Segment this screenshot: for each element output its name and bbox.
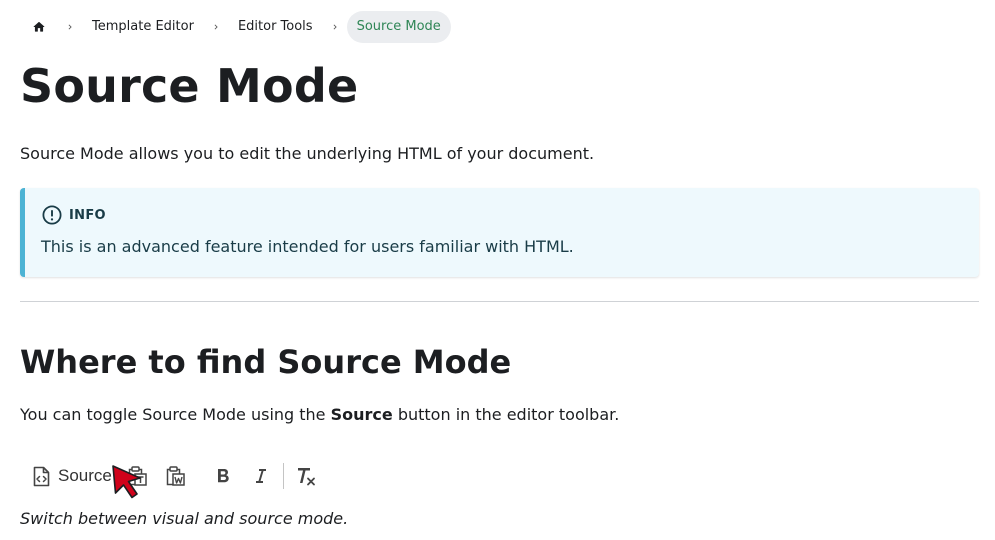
chevron-right-icon <box>323 22 347 32</box>
breadcrumb-template-editor[interactable]: Template Editor <box>82 11 204 43</box>
section-divider <box>20 301 979 302</box>
source-button[interactable]: Source <box>26 458 118 494</box>
info-text: This is an advanced feature intended for… <box>41 237 574 256</box>
info-label: INFO <box>69 207 106 223</box>
mouse-pointer-icon <box>112 465 141 499</box>
intro-paragraph: Source Mode allows you to edit the under… <box>20 144 595 163</box>
breadcrumb-current: Source Mode <box>346 11 451 43</box>
italic-button[interactable] <box>242 458 280 494</box>
remove-format-button[interactable] <box>287 458 325 494</box>
toggle-text-before: You can toggle Source Mode using the <box>20 405 331 424</box>
toggle-text-bold: Source <box>330 405 393 424</box>
breadcrumb-home[interactable] <box>20 11 58 43</box>
source-button-label: Source <box>58 466 112 485</box>
toggle-text-after: button in the editor toolbar. <box>392 405 620 424</box>
section-heading: Where to find Source Mode <box>20 343 512 381</box>
info-heading: INFO <box>42 205 106 225</box>
home-icon <box>33 21 45 32</box>
source-icon <box>33 466 50 486</box>
editor-toolbar: Source <box>26 458 325 494</box>
toolbar-separator <box>282 463 284 489</box>
breadcrumb-editor-tools[interactable]: Editor Tools <box>228 11 323 43</box>
chevron-right-icon <box>58 22 82 32</box>
bold-button[interactable] <box>204 458 242 494</box>
bold-icon <box>217 469 229 483</box>
remove-format-icon <box>297 468 315 486</box>
paste-word-button[interactable] <box>156 458 194 494</box>
italic-icon <box>255 469 266 483</box>
breadcrumb: Template Editor Editor Tools Source Mode <box>20 11 451 43</box>
chevron-right-icon <box>204 22 228 32</box>
paste-word-icon <box>166 466 185 486</box>
toolbar-caption: Switch between visual and source mode. <box>20 509 349 528</box>
info-icon <box>42 205 62 225</box>
toggle-paragraph: You can toggle Source Mode using the Sou… <box>20 404 619 426</box>
info-admonition: INFO This is an advanced feature intende… <box>20 188 979 277</box>
page-title: Source Mode <box>20 59 359 113</box>
